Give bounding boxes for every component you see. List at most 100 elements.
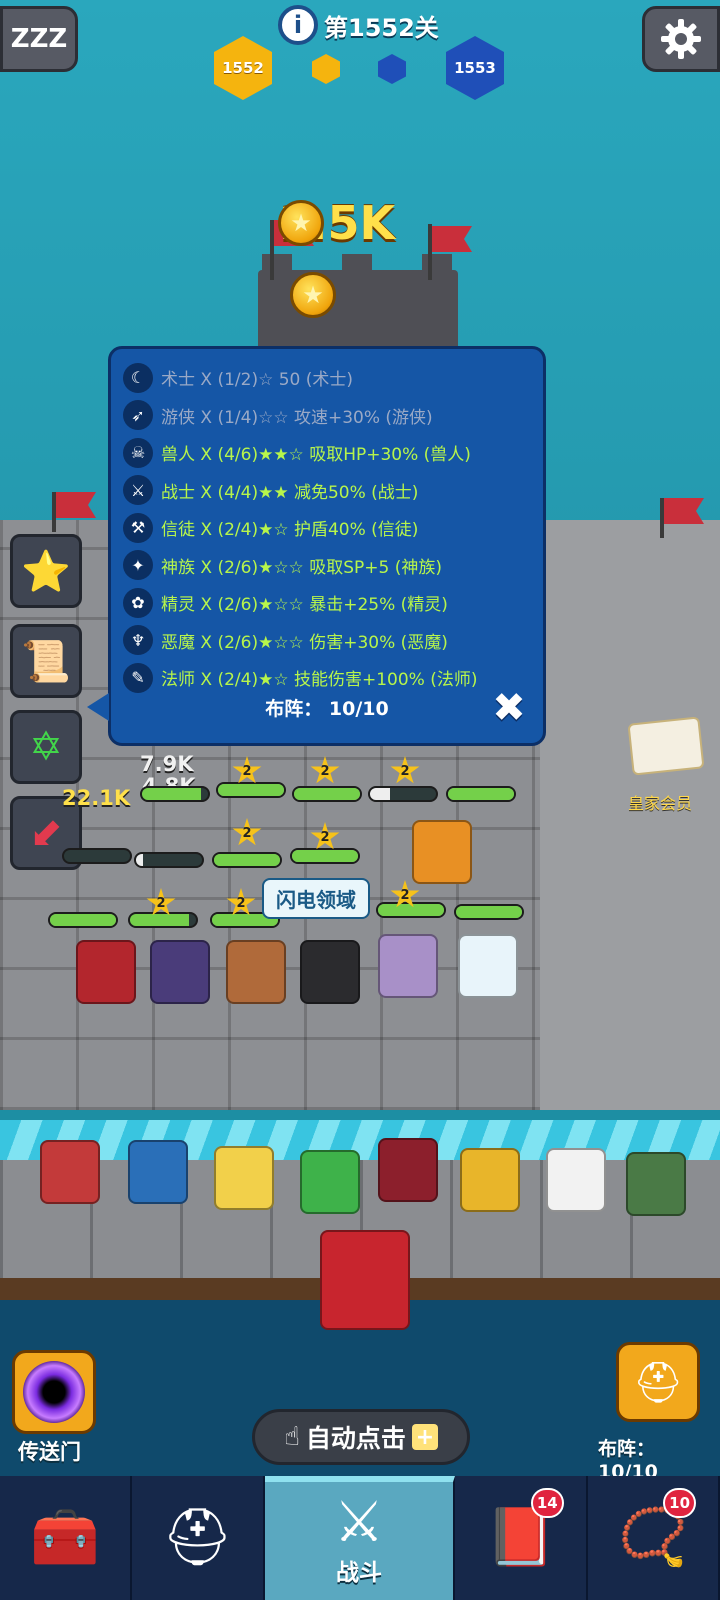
- skill-tooltip: 闪电领域: [262, 878, 370, 919]
- amulet-icon: 📿: [618, 1505, 688, 1570]
- close-icon[interactable]: ✖: [489, 688, 529, 729]
- viking-helmet-icon: ⛑: [161, 1505, 233, 1570]
- hero-unit[interactable]: [150, 940, 210, 1004]
- tab-treasure[interactable]: 🧰: [0, 1476, 133, 1600]
- warlock-icon: ☾: [123, 362, 153, 393]
- synergy-row: ☾ 术士 X (1/2)☆ 50 (术士): [123, 359, 533, 397]
- board-side-platform: [540, 520, 720, 1110]
- sleep-icon: ZZZ: [10, 24, 68, 54]
- plus-icon: +: [411, 1424, 438, 1450]
- gold-coin-icon: ★: [278, 200, 324, 246]
- unit-hp-bar: [446, 786, 516, 802]
- synergy-text: 战士 X (4/4)★★ 减免50% (战士): [161, 482, 419, 503]
- bench-unit[interactable]: [546, 1148, 606, 1212]
- bench-unit[interactable]: [460, 1148, 520, 1212]
- bottom-tab-bar: 🧰 ⛑ ⚔ 战斗 📕 14 📿 10: [0, 1476, 720, 1600]
- level-title: 第1552关: [324, 13, 439, 42]
- portal-button[interactable]: [12, 1350, 96, 1434]
- scroll-icon: 📜: [21, 638, 71, 685]
- gear-icon: [661, 19, 701, 59]
- god-race-icon: ✦: [123, 550, 153, 581]
- synergy-text: 信徒 X (2/4)★☆ 护盾40% (信徒): [161, 520, 419, 541]
- flag-pole: [270, 220, 274, 280]
- hexagram-icon: ✡: [29, 724, 63, 770]
- unit-hp-bar: [290, 848, 360, 864]
- hero-unit[interactable]: [458, 934, 518, 998]
- synergy-row: ☠ 兽人 X (4/6)★★☆ 吸取HP+30% (兽人): [123, 434, 533, 472]
- crossed-swords-icon: ⚔: [333, 1490, 385, 1555]
- synergy-row: ⚔ 战士 X (4/4)★★ 减免50% (战士): [123, 472, 533, 510]
- spellbook-icon: 📕: [485, 1505, 556, 1570]
- tab-battle[interactable]: ⚔ 战斗: [264, 1476, 456, 1600]
- tab-battle-label: 战斗: [336, 1560, 383, 1586]
- unit-hp-bar: [62, 848, 132, 864]
- tab-amulet[interactable]: 📿 10: [588, 1476, 720, 1600]
- bench-unit[interactable]: [40, 1140, 100, 1204]
- notification-badge: 14: [530, 1488, 564, 1518]
- red-arrow-icon: ⬋: [29, 810, 63, 856]
- unit-hp-bar: [134, 852, 204, 868]
- orc-icon: ☠: [123, 437, 153, 468]
- tab-spellbook[interactable]: 📕 14: [455, 1476, 588, 1600]
- leaderboard-button[interactable]: ⭐: [10, 534, 82, 608]
- treasure-chest-icon: 🧰: [30, 1505, 100, 1570]
- elf-icon: ✿: [123, 587, 153, 618]
- bench-unit[interactable]: [128, 1140, 188, 1204]
- unit-hp-bar: [48, 912, 118, 928]
- unit-hp-bar: [368, 786, 438, 802]
- unit-hp-bar: [454, 904, 524, 920]
- synergy-text: 恶魔 X (2/6)★☆☆ 伤害+30% (恶魔): [161, 632, 448, 653]
- hero-deploy-button[interactable]: ⛑: [616, 1342, 700, 1422]
- hero-unit[interactable]: [226, 940, 286, 1004]
- enemy-unit[interactable]: [412, 820, 472, 884]
- viking-hero-icon: ⛑: [632, 1359, 684, 1406]
- synergy-row: ♆ 恶魔 X (2/6)★☆☆ 伤害+30% (恶魔): [123, 622, 533, 660]
- portal-label: 传送门: [18, 1440, 81, 1464]
- info-icon[interactable]: i: [278, 5, 318, 45]
- tab-heroes[interactable]: ⛑: [132, 1476, 265, 1600]
- bench-unit[interactable]: [626, 1152, 686, 1216]
- hero-unit[interactable]: [300, 940, 360, 1004]
- settings-button[interactable]: [642, 6, 720, 72]
- unit-hp-bar: [212, 852, 282, 868]
- bench-unit[interactable]: [214, 1146, 274, 1210]
- synergy-button[interactable]: ✡: [10, 710, 82, 784]
- royal-member-label: 皇家会员: [628, 794, 693, 813]
- portal-icon: [23, 1361, 85, 1423]
- warrior-icon: ⚔: [123, 475, 153, 506]
- coin-drop-icon[interactable]: ★: [290, 272, 336, 318]
- ranger-icon: ➶: [123, 400, 153, 431]
- synergy-text: 游侠 X (1/4)☆☆ 攻速+30% (游侠): [161, 407, 433, 428]
- sleep-button[interactable]: ZZZ: [0, 6, 78, 72]
- mage-icon: ✎: [123, 662, 153, 693]
- unit-hp-bar: [128, 912, 198, 928]
- flag-pole: [428, 224, 432, 280]
- unit-hp-bar: [216, 782, 286, 798]
- level-header: i 第1552关: [278, 4, 439, 46]
- hero-unit[interactable]: [378, 934, 438, 998]
- tap-hand-icon: ☝: [284, 1422, 300, 1452]
- synergy-panel: ☾ 术士 X (1/2)☆ 50 (术士) ➶ 游侠 X (1/4)☆☆ 攻速+30%…: [87, 346, 546, 746]
- unit-hp-bar: [292, 786, 362, 802]
- hero-unit[interactable]: [76, 940, 136, 1004]
- flag-pole: [52, 492, 56, 532]
- synergy-row: ✎ 法师 X (2/4)★☆ 技能伤害+100% (法师): [123, 659, 533, 697]
- auto-click-button[interactable]: ☝ 自动点击 +: [252, 1409, 470, 1465]
- bench-unit[interactable]: [300, 1150, 360, 1214]
- flag-pole: [660, 498, 664, 538]
- demon-icon: ♆: [123, 625, 153, 656]
- loot-display: ★ 1.5K: [278, 196, 395, 250]
- notification-badge: 10: [663, 1488, 697, 1518]
- quest-scroll-button[interactable]: 📜: [10, 624, 82, 698]
- royal-member-card[interactable]: [627, 716, 705, 776]
- trophy-podium-icon: ⭐: [21, 548, 71, 595]
- damage-number: 22.1K: [62, 786, 131, 810]
- dragon-unit[interactable]: [320, 1230, 410, 1330]
- synergy-text: 精灵 X (2/6)★☆☆ 暴击+25% (精灵): [161, 595, 448, 616]
- synergy-text: 术士 X (1/2)☆ 50 (术士): [161, 370, 354, 391]
- synergy-row: ✦ 神族 X (2/6)★☆☆ 吸取SP+5 (神族): [123, 547, 533, 585]
- synergy-text: 法师 X (2/4)★☆ 技能伤害+100% (法师): [161, 670, 478, 691]
- damage-number: 7.9K: [140, 752, 194, 776]
- believer-icon: ⚒: [123, 512, 153, 543]
- bench-unit[interactable]: [378, 1138, 438, 1202]
